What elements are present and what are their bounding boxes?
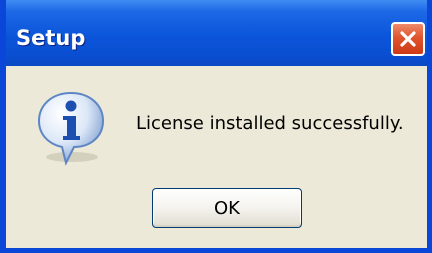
message-text: License installed successfully. (136, 113, 404, 134)
setup-dialog-window: Setup License installed successfully. OK (0, 0, 432, 253)
close-button[interactable] (391, 22, 425, 56)
ok-button[interactable]: OK (152, 188, 302, 228)
dialog-body: License installed successfully. OK (6, 66, 427, 248)
close-icon (400, 31, 416, 47)
window-title: Setup (16, 26, 86, 50)
title-bar[interactable]: Setup (6, 0, 427, 66)
info-icon (37, 91, 105, 166)
